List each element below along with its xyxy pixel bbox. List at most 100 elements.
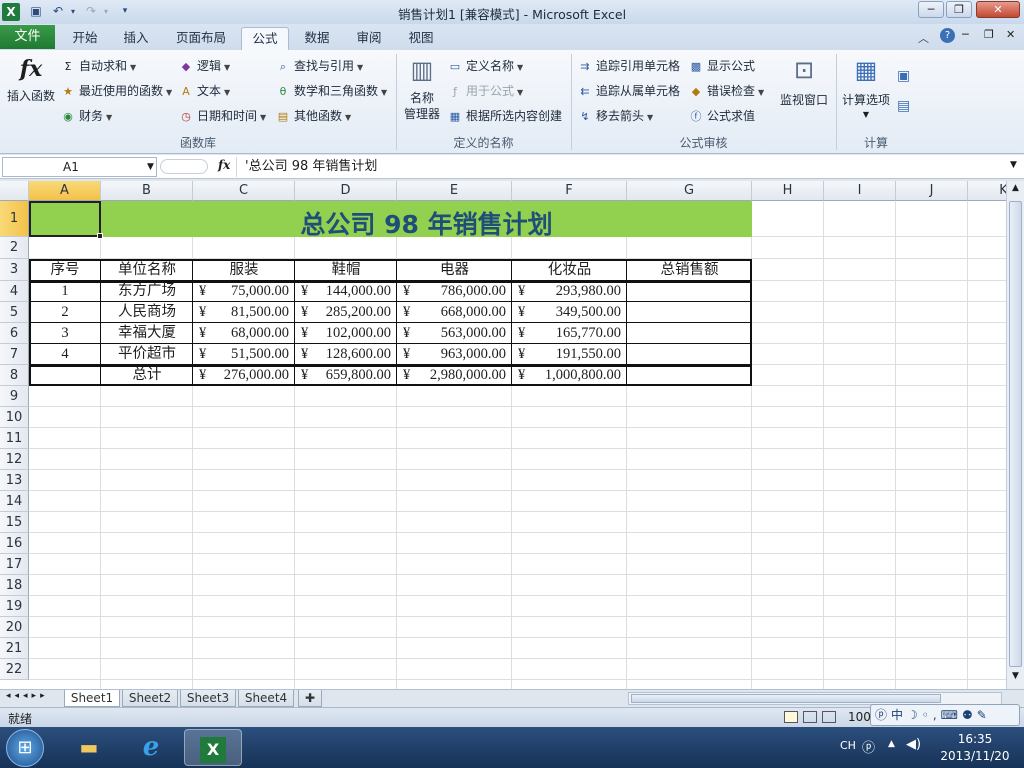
table-total-amount[interactable]: ¥659,800.00 [295, 365, 397, 386]
scroll-up-icon[interactable]: ▲ [1009, 183, 1022, 197]
table-cell-amount[interactable]: ¥285,200.00 [295, 302, 397, 323]
tab-view[interactable]: 视图 [400, 27, 442, 50]
horizontal-scroll-thumb[interactable] [631, 694, 941, 703]
error-checking-button[interactable]: ◆ 错误检查 ▼ [688, 81, 764, 101]
table-cell-amount[interactable]: ¥75,000.00 [193, 281, 295, 302]
row-header-1[interactable]: 1 [0, 201, 29, 237]
column-header-b[interactable]: B [101, 181, 193, 201]
table-cell-amount[interactable]: ¥563,000.00 [397, 323, 512, 344]
ie-taskbar-icon[interactable]: e [122, 729, 180, 766]
table-cell-amount[interactable]: ¥349,500.00 [512, 302, 627, 323]
sheet-tab-2[interactable]: Sheet2 [122, 690, 178, 707]
table-cell-unit[interactable]: 东方广场 [101, 281, 193, 302]
column-header-d[interactable]: D [295, 181, 397, 201]
page-layout-view-icon[interactable] [803, 711, 817, 723]
table-cell-index[interactable]: 3 [29, 323, 101, 344]
row-header-22[interactable]: 22 [0, 659, 29, 680]
formula-bar-splitter[interactable] [160, 159, 208, 174]
table-cell-total[interactable] [627, 344, 752, 365]
trace-dependents-button[interactable]: ⇇ 追踪从属单元格 [577, 81, 680, 101]
table-total-amount[interactable]: ¥2,980,000.00 [397, 365, 512, 386]
row-header-18[interactable]: 18 [0, 575, 29, 596]
tab-insert[interactable]: 插入 [114, 27, 158, 50]
table-cell-amount[interactable]: ¥102,000.00 [295, 323, 397, 344]
row-header-21[interactable]: 21 [0, 638, 29, 659]
formula-input[interactable]: '总公司 98 年销售计划 [236, 157, 1006, 177]
expand-formula-bar-icon[interactable]: ▼ [1010, 160, 1017, 170]
column-header-i[interactable]: I [824, 181, 896, 201]
create-from-selection-button[interactable]: ▦ 根据所选内容创建 [447, 106, 562, 126]
vertical-scroll-thumb[interactable] [1009, 201, 1022, 667]
table-total-label[interactable]: 总计 [101, 365, 193, 386]
column-header-c[interactable]: C [193, 181, 295, 201]
sheet-tab-1[interactable]: Sheet1 [64, 690, 120, 707]
trace-precedents-button[interactable]: ⇉ 追踪引用单元格 [577, 56, 680, 76]
table-cell-total[interactable] [627, 323, 752, 344]
tab-page-layout[interactable]: 页面布局 [168, 27, 234, 50]
table-header-cell[interactable]: 序号 [29, 259, 101, 281]
row-header-9[interactable]: 9 [0, 386, 29, 407]
watch-window-button[interactable]: ⊡ 监视窗口 [778, 56, 830, 110]
doc-minimize-icon[interactable]: ─ [962, 28, 969, 41]
clock-date[interactable]: 2013/11/20 [932, 749, 1018, 763]
minimize-button[interactable]: ─ [918, 1, 944, 18]
table-cell-total[interactable] [627, 302, 752, 323]
tab-formulas[interactable]: 公式 [241, 27, 289, 50]
row-header-3[interactable]: 3 [0, 259, 29, 281]
table-cell-amount[interactable]: ¥786,000.00 [397, 281, 512, 302]
column-header-a[interactable]: A [29, 181, 101, 201]
table-cell-amount[interactable]: ¥128,600.00 [295, 344, 397, 365]
table-total-amount[interactable]: ¥1,000,800.00 [512, 365, 627, 386]
table-cell-index[interactable]: 1 [29, 281, 101, 302]
sheet-nav-icon[interactable]: ◂◂◂▸▸ [6, 691, 49, 701]
help-icon[interactable]: ? [940, 28, 955, 43]
other-functions-button[interactable]: ▤ 其他函数 ▼ [275, 106, 351, 126]
volume-icon[interactable]: ◀) [906, 737, 921, 752]
table-cell-unit[interactable]: 平价超市 [101, 344, 193, 365]
explorer-taskbar-icon[interactable]: ▬ [60, 729, 118, 766]
normal-view-icon[interactable] [784, 711, 798, 723]
name-box[interactable]: A1 ▼ [2, 157, 157, 177]
ime-tray-icon[interactable]: ⓟ [862, 737, 875, 756]
table-cell-amount[interactable]: ¥68,000.00 [193, 323, 295, 344]
fill-handle[interactable] [97, 233, 103, 239]
insert-function-button[interactable]: fx 插入函数 [6, 56, 56, 106]
autosum-button[interactable]: Σ 自动求和 ▼ [60, 56, 137, 76]
start-button[interactable]: ⊞ [6, 729, 44, 767]
close-button[interactable]: ✕ [976, 1, 1020, 18]
logical-button[interactable]: ◆ 逻辑 ▼ [178, 56, 230, 76]
table-cell-amount[interactable]: ¥191,550.00 [512, 344, 627, 365]
row-header-10[interactable]: 10 [0, 407, 29, 428]
table-cell-amount[interactable]: ¥144,000.00 [295, 281, 397, 302]
calculate-sheet-icon[interactable]: ▤ [897, 98, 910, 114]
tab-file[interactable]: 文件 [0, 25, 55, 49]
vertical-scrollbar[interactable]: ▲ ▼ [1006, 181, 1024, 689]
table-cell-unit[interactable]: 人民商场 [101, 302, 193, 323]
table-header-cell[interactable]: 总销售额 [627, 259, 752, 281]
zoom-level[interactable]: 100 [848, 710, 871, 724]
doc-close-icon[interactable]: ✕ [1006, 28, 1015, 41]
row-header-7[interactable]: 7 [0, 344, 29, 365]
row-header-19[interactable]: 19 [0, 596, 29, 617]
define-name-button[interactable]: ▭ 定义名称 ▼ [447, 56, 523, 76]
text-button[interactable]: A 文本 ▼ [178, 81, 230, 101]
show-formulas-button[interactable]: ▩ 显示公式 [688, 56, 755, 76]
excel-taskbar-icon[interactable]: X [184, 729, 242, 766]
doc-restore-icon[interactable]: ❐ [984, 28, 994, 41]
maximize-button[interactable]: ❐ [946, 1, 972, 18]
row-header-15[interactable]: 15 [0, 512, 29, 533]
row-header-20[interactable]: 20 [0, 617, 29, 638]
tab-home[interactable]: 开始 [64, 27, 106, 50]
table-cell-amount[interactable]: ¥293,980.00 [512, 281, 627, 302]
insert-function-icon[interactable]: fx [218, 158, 230, 172]
table-cell-amount[interactable]: ¥963,000.00 [397, 344, 512, 365]
use-in-formula-button[interactable]: ƒ 用于公式 ▼ [447, 81, 523, 101]
datetime-button[interactable]: ◷ 日期和时间 ▼ [178, 106, 266, 126]
table-cell-amount[interactable]: ¥81,500.00 [193, 302, 295, 323]
calculate-now-icon[interactable]: ▣ [897, 68, 910, 84]
row-header-2[interactable]: 2 [0, 237, 29, 259]
table-header-cell[interactable]: 化妆品 [512, 259, 627, 281]
evaluate-formula-button[interactable]: ⓕ 公式求值 [688, 106, 756, 126]
row-header-14[interactable]: 14 [0, 491, 29, 512]
row-header-8[interactable]: 8 [0, 365, 29, 386]
